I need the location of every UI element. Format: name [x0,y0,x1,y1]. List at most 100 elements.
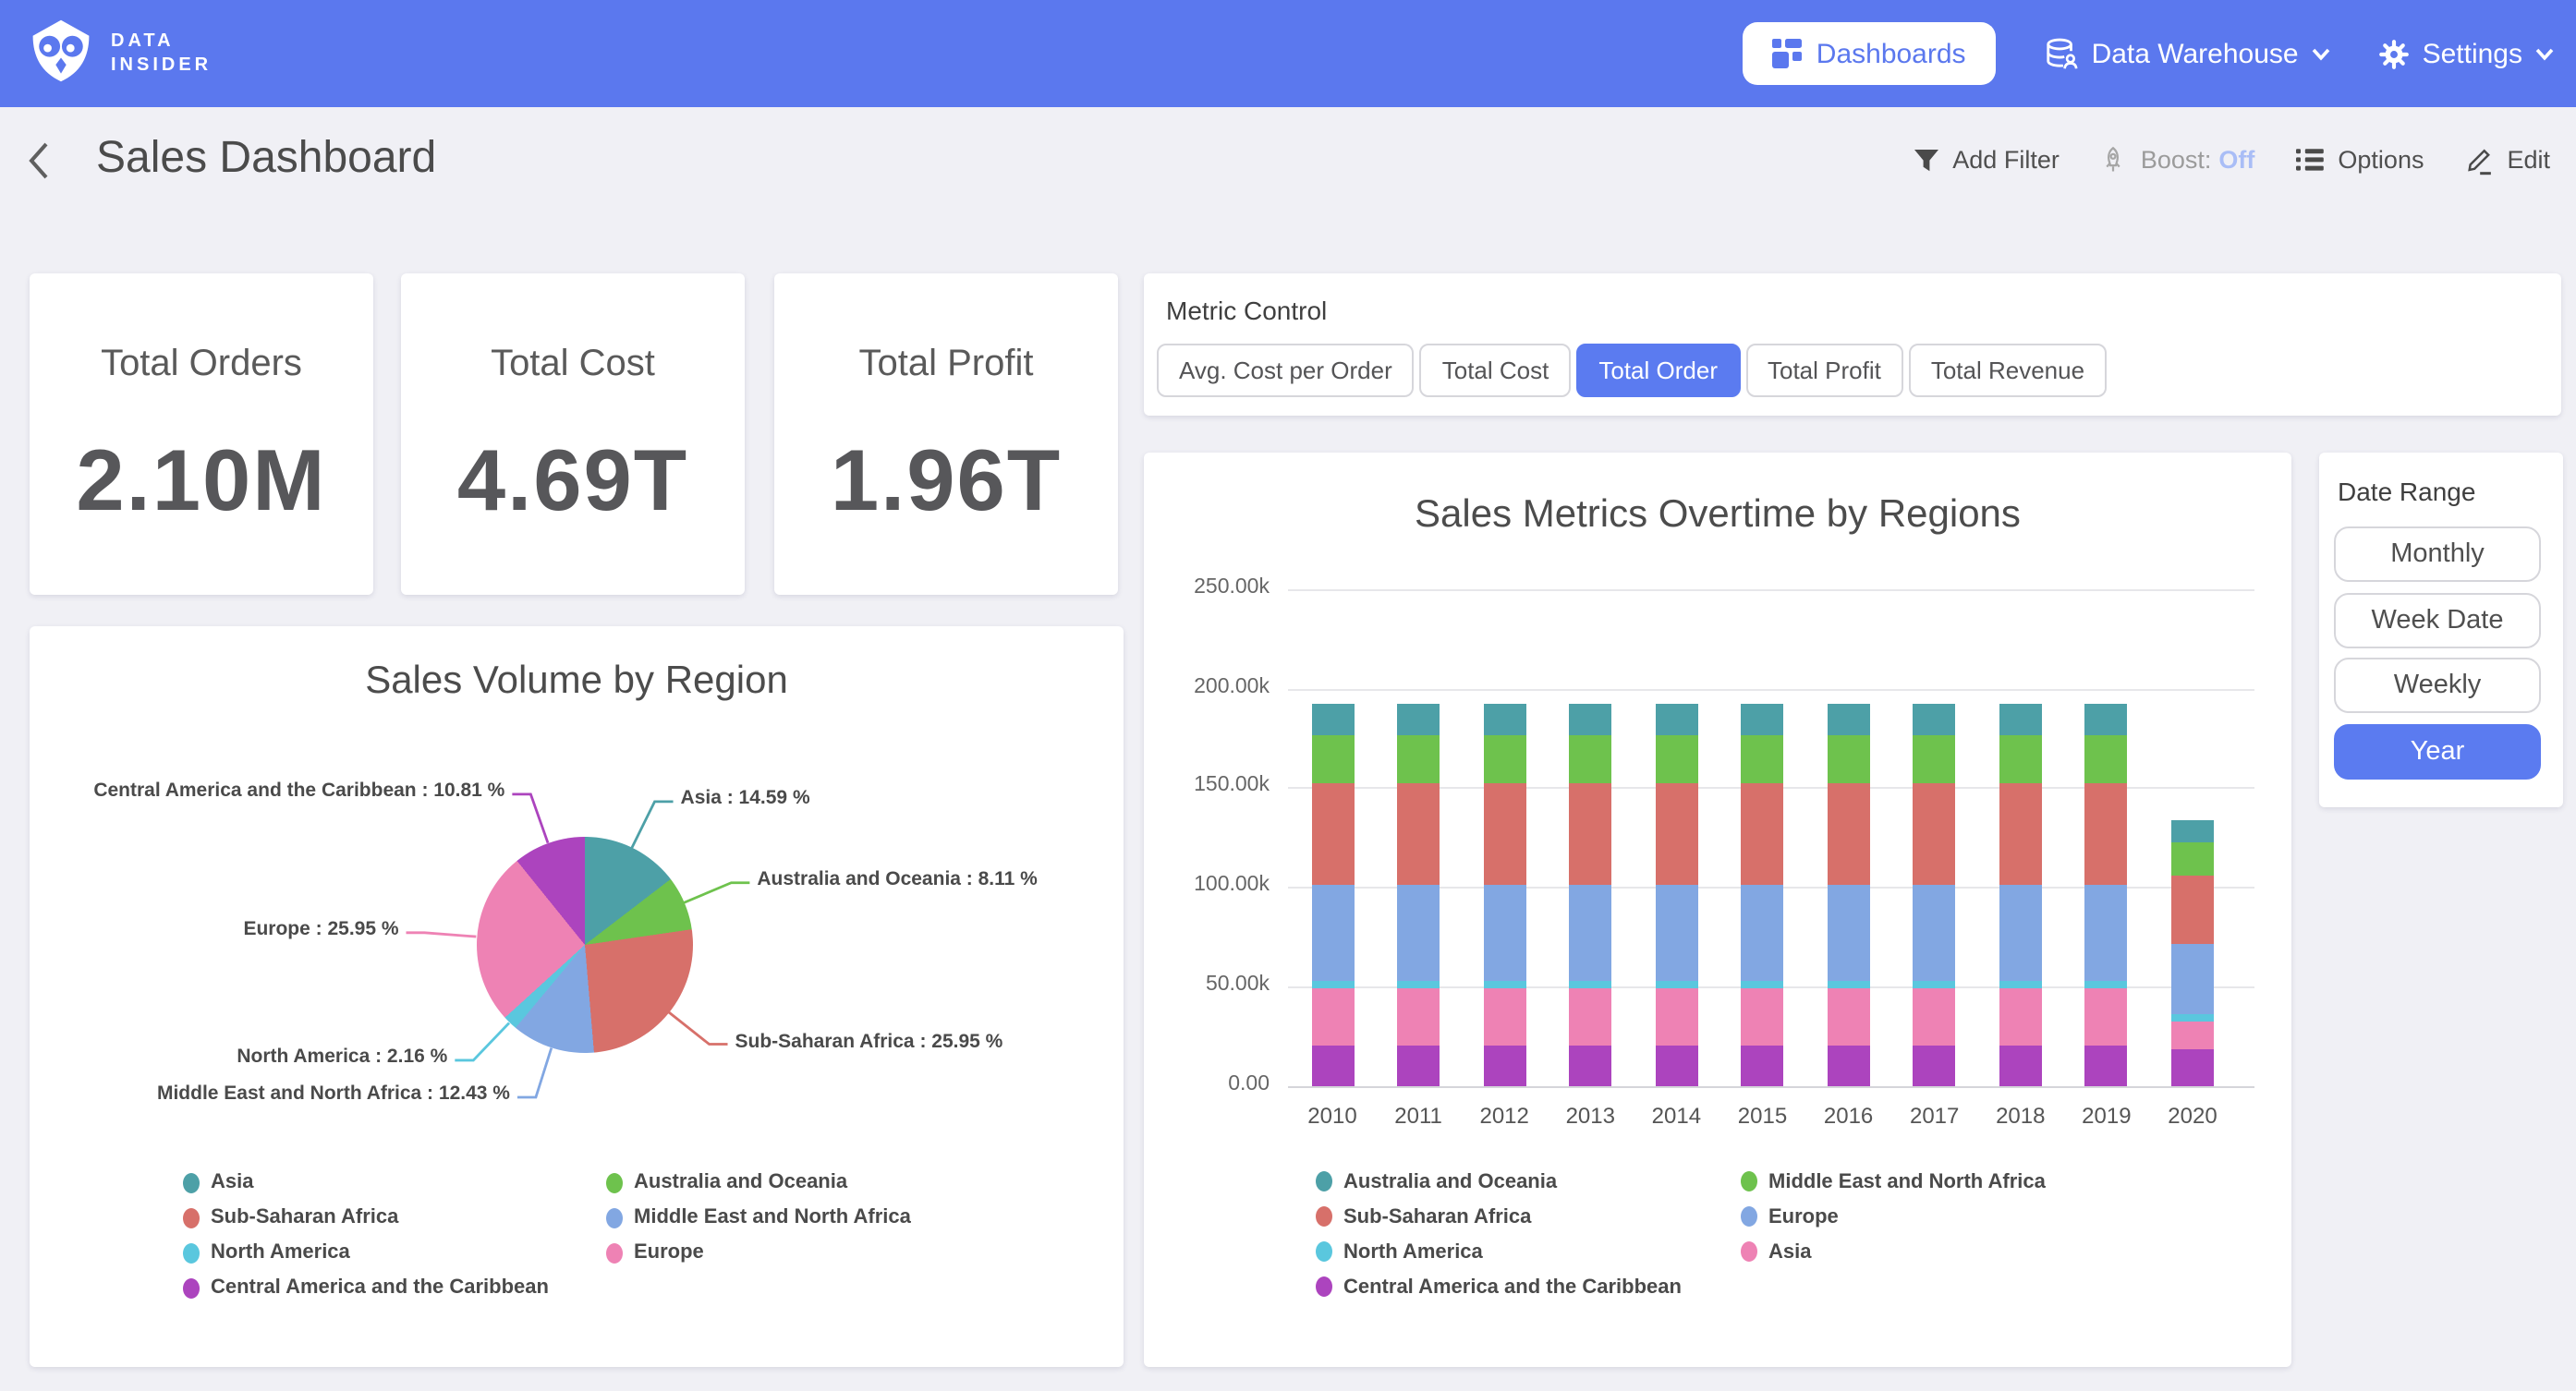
legend-label: North America [211,1241,350,1264]
boost-toggle[interactable]: Boost: Off [2100,145,2255,175]
pie-callout-line [455,1022,509,1058]
legend-item[interactable]: Sub-Saharan Africa [183,1200,549,1235]
bar-segment [1655,783,1697,885]
legend-item[interactable]: Sub-Saharan Africa [1316,1199,1682,1234]
nav-dashboards-button[interactable]: Dashboards [1743,22,1996,85]
bar-segment [1914,989,1956,1046]
legend-item[interactable]: Central America and the Caribbean [183,1270,549,1305]
pie-callout-line [517,1047,552,1096]
navbar: DATAINSIDER Dashboards [0,0,2576,107]
bar-segment [1311,981,1354,988]
bar-segment [2171,944,2214,1015]
bar-segment [1655,989,1697,1046]
list-options-icon [2295,146,2325,174]
bar-segment [1914,1046,1956,1085]
legend-column: Australia and OceaniaSub-Saharan AfricaN… [1316,1164,1682,1304]
pie-slice-label: Australia and Oceania : 8.11 % [757,869,1037,891]
brand-text: DATAINSIDER [111,30,212,78]
bar-segment [1655,735,1697,783]
kpi-card: Total Profit 1.96T [774,273,1118,594]
legend-item[interactable]: North America [1316,1234,1682,1269]
kpi-label: Total Profit [774,344,1118,386]
nav-data-warehouse[interactable]: Data Warehouse [2044,36,2330,71]
legend-dot [183,1242,200,1263]
metric-button-total-profit[interactable]: Total Profit [1745,344,1903,397]
pie-chart-card: Sales Volume by Region Asia : 14.59 %Aus… [30,625,1124,1367]
x-axis-tick: 2010 [1290,1102,1375,1128]
bar-segment [1999,704,2042,735]
kpi-card: Total Orders 2.10M [30,273,373,594]
legend-item[interactable]: Asia [183,1165,549,1200]
legend-label: Australia and Oceania [634,1171,847,1193]
bar-segment [1742,735,1784,783]
bar-segment [1483,981,1525,988]
y-axis-tick: 250.00k [1159,576,1270,599]
bar-chart-title: Sales Metrics Overtime by Regions [1144,493,2291,538]
bar-segment [2171,841,2214,876]
app: DATAINSIDER Dashboards [0,0,2576,1391]
metric-button-avg-cost-per-order[interactable]: Avg. Cost per Order [1157,344,1415,397]
legend-item[interactable]: Asia [1741,1234,2046,1269]
legend-item[interactable]: Australia and Oceania [1316,1164,1682,1199]
add-filter-button[interactable]: Add Filter [1912,146,2060,174]
metric-control-panel: Metric Control Avg. Cost per OrderTotal … [1144,273,2561,416]
x-axis-tick: 2014 [1634,1102,1719,1128]
legend-dot [1316,1171,1332,1191]
legend-item[interactable]: Middle East and North Africa [1741,1164,2046,1199]
header-actions: Add Filter Boost: Off [1912,144,2550,175]
x-axis-tick: 2019 [2064,1102,2149,1128]
kpi-value: 2.10M [30,429,373,530]
bar-segment [1397,884,1440,981]
bar-segment [1655,1046,1697,1085]
edit-pencil-icon [2464,144,2494,175]
back-button[interactable] [26,140,52,181]
bar-segment [2085,989,2128,1046]
metric-buttons: Avg. Cost per OrderTotal CostTotal Order… [1157,344,2107,397]
bar-segment [1569,735,1611,783]
bar-segment [1742,989,1784,1046]
bar-segment [1569,783,1611,885]
date-range-button-week-date[interactable]: Week Date [2334,592,2541,647]
bar-segment [2171,1015,2214,1022]
legend-dot [183,1172,200,1192]
nav-data-warehouse-label: Data Warehouse [2092,38,2299,69]
pie-chart-title: Sales Volume by Region [30,659,1124,703]
y-axis-tick: 200.00k [1159,675,1270,697]
bar-segment [2085,884,2128,981]
metric-button-total-order[interactable]: Total Order [1576,344,1740,397]
x-axis-tick: 2015 [1720,1102,1805,1128]
bar-segment [1828,884,1870,981]
bar-segment [1311,884,1354,981]
legend-item[interactable]: Australia and Oceania [606,1165,911,1200]
date-range-button-monthly[interactable]: Monthly [2334,526,2541,582]
metric-button-total-cost[interactable]: Total Cost [1420,344,1572,397]
pie-callout-line [512,793,548,842]
legend-item[interactable]: North America [183,1235,549,1270]
kpi-card: Total Cost4.69T [401,273,745,594]
pie-chart [476,836,692,1052]
kpi-label: Total Orders [30,344,373,386]
edit-button[interactable]: Edit [2464,144,2550,175]
date-range-button-year[interactable]: Year [2334,723,2541,779]
x-axis-tick: 2016 [1806,1102,1891,1128]
pie-callout-line [669,1011,728,1044]
bar-segment [1397,1046,1440,1085]
pie-slice-label: Middle East and North Africa : 12.43 % [157,1083,510,1106]
legend-dot [1741,1171,1757,1191]
bar-segment [1483,1046,1525,1085]
kpi-value: 1.96T [774,429,1118,530]
legend-dot [1316,1241,1332,1262]
bar-segment [1828,989,1870,1046]
legend-item[interactable]: Europe [1741,1199,2046,1234]
metric-button-total-revenue[interactable]: Total Revenue [1909,344,2107,397]
legend-item[interactable]: Middle East and North Africa [606,1200,911,1235]
legend-item[interactable]: Central America and the Caribbean [1316,1269,1682,1304]
nav-settings[interactable]: Settings [2378,38,2554,69]
legend-label: Asia [1768,1240,1812,1263]
bar-segment [1999,989,2042,1046]
bar-segment [2085,783,2128,885]
date-range-button-weekly[interactable]: Weekly [2334,658,2541,713]
legend-item[interactable]: Europe [606,1235,911,1270]
options-button[interactable]: Options [2295,146,2424,174]
bar-segment [2171,820,2214,841]
